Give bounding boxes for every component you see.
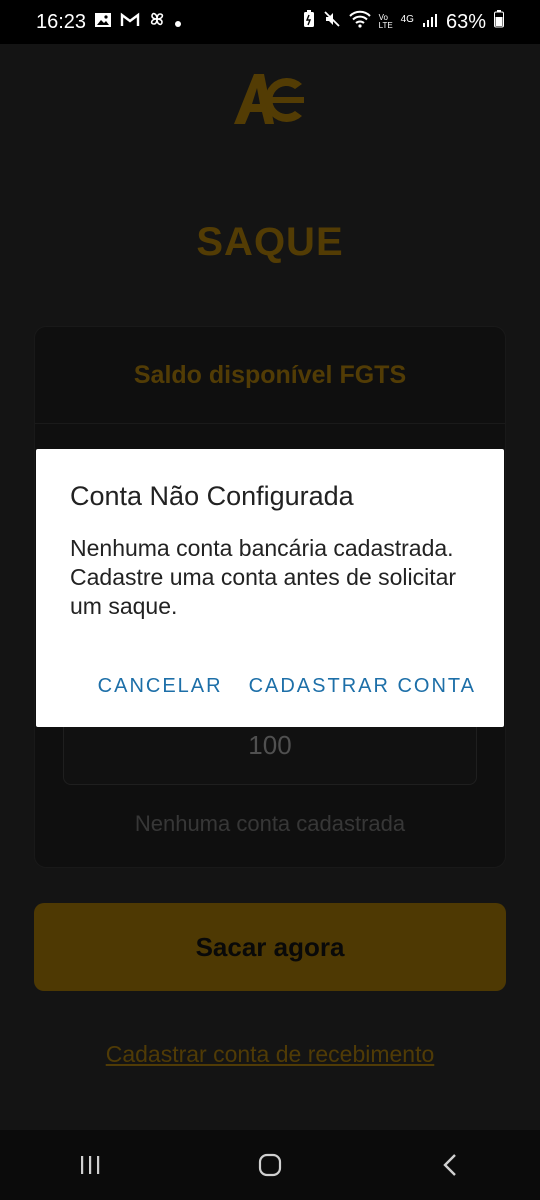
battery-saver-icon [303, 10, 315, 34]
nav-bar [0, 1130, 540, 1200]
dot-icon [174, 11, 182, 34]
recents-icon[interactable] [60, 1143, 120, 1187]
home-icon[interactable] [240, 1143, 300, 1187]
status-right: Vo LTE 4G 63% [303, 10, 504, 34]
pinwheel-icon [148, 10, 166, 34]
dialog-actions: CANCELAR CADASTRAR CONTA [98, 675, 476, 698]
status-left: 16:23 [36, 10, 182, 34]
signal-icon [422, 11, 438, 34]
dialog-message-line1: Nenhuma conta bancária cadastrada. [70, 535, 454, 561]
dialog-title: Conta Não Configurada [70, 481, 354, 511]
dialog-message: Nenhuma conta bancária cadastrada. Cadas… [70, 534, 470, 621]
dialog-message-line2: Cadastre uma conta antes de solicitar um… [70, 564, 457, 619]
back-icon[interactable] [420, 1143, 480, 1187]
volte-icon: Vo LTE [378, 13, 393, 30]
status-time: 16:23 [36, 10, 87, 33]
status-bar: 16:23 Vo LTE 4G 63% [0, 0, 540, 44]
register-account-button[interactable]: CADASTRAR CONTA [249, 675, 476, 698]
gmail-icon [120, 11, 140, 34]
wifi-icon [348, 10, 371, 34]
battery-percent: 63% [445, 10, 486, 33]
battery-icon [494, 10, 504, 34]
mute-icon [323, 10, 341, 34]
gallery-icon [94, 11, 112, 34]
alert-dialog: Conta Não Configurada Nenhuma conta banc… [36, 449, 504, 727]
cancel-button[interactable]: CANCELAR [98, 675, 223, 698]
4g-icon: 4G [400, 14, 414, 25]
